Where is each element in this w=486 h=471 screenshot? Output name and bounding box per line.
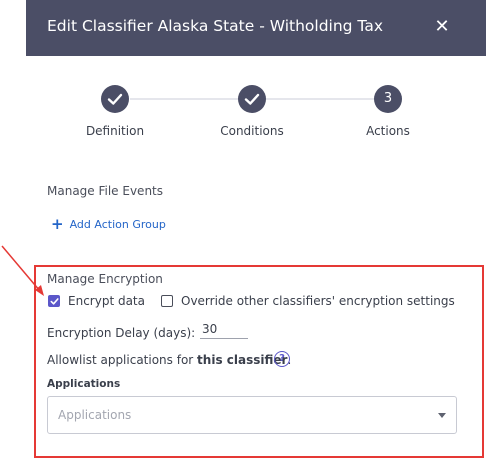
step-conditions-check-icon[interactable]: [238, 85, 266, 113]
modal-header: Edit Classifier Alaska State - Witholdin…: [26, 0, 486, 56]
step-actions-number[interactable]: 3: [374, 85, 402, 113]
close-icon[interactable]: ✕: [431, 16, 453, 38]
applications-placeholder: Applications: [58, 408, 132, 422]
step-label-definition: Definition: [85, 124, 145, 138]
help-icon[interactable]: ?: [274, 351, 290, 367]
encrypt-data-checkbox[interactable]: [48, 295, 60, 307]
allowlist-text: Allowlist applications for this classifi…: [47, 353, 291, 367]
step-label-conditions: Conditions: [220, 124, 284, 138]
encrypt-data-label: Encrypt data: [68, 294, 145, 308]
checkmark-icon: [50, 298, 59, 305]
step-definition-check-icon[interactable]: [101, 85, 129, 113]
step-label-actions: Actions: [366, 124, 410, 138]
stepper-connector-2: [266, 98, 374, 100]
override-encryption-checkbox[interactable]: [161, 295, 173, 307]
encryption-delay-input[interactable]: [200, 320, 248, 339]
manage-encryption-heading: Manage Encryption: [47, 272, 163, 286]
stepper-connector-1: [130, 98, 238, 100]
modal-title: Edit Classifier Alaska State - Witholdin…: [47, 17, 384, 35]
caret-down-icon: [438, 413, 446, 418]
plus-icon: +: [51, 215, 64, 233]
add-action-group-label: Add Action Group: [69, 218, 166, 231]
add-action-group-button[interactable]: + Add Action Group: [51, 215, 166, 233]
allowlist-prefix: Allowlist applications for: [47, 353, 198, 367]
override-encryption-label: Override other classifiers' encryption s…: [181, 294, 455, 308]
applications-select[interactable]: Applications: [47, 396, 457, 434]
applications-heading: Applications: [47, 378, 121, 390]
encryption-delay-label: Encryption Delay (days):: [47, 326, 196, 340]
manage-file-events-heading: Manage File Events: [47, 184, 164, 198]
